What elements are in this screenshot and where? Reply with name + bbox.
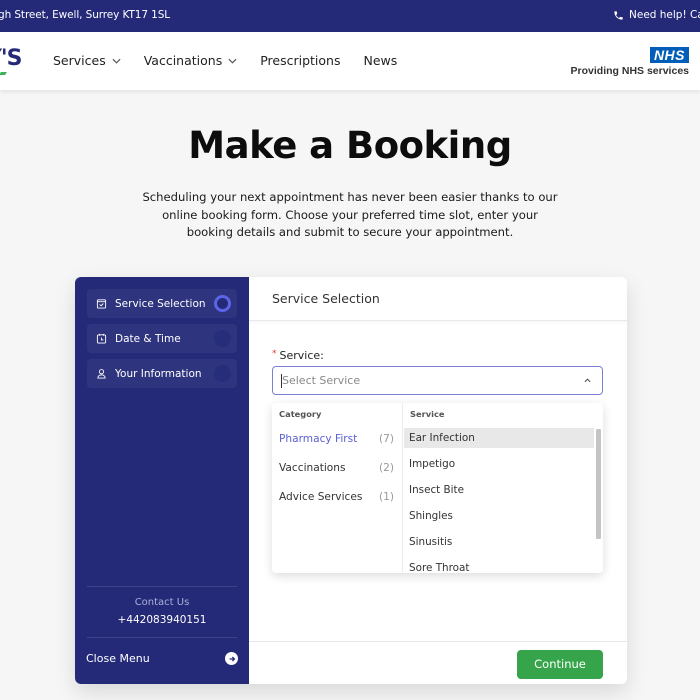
site-header: Y'S Services Vaccinations Prescriptions … [0,32,700,90]
category-count: (1) [378,491,394,503]
service-select[interactable]: Select Service [272,366,603,395]
category-count: (7) [378,433,394,445]
chevron-up-icon [584,378,591,383]
close-menu-label: Close Menu [86,652,150,665]
category-column: Category Pharmacy First (7) Vaccinations… [272,403,403,573]
help-link[interactable]: Need help! Ca [613,9,700,21]
step-label: Date & Time [115,332,181,345]
step-status-active-indicator [214,295,231,312]
step-date-time[interactable]: Date & Time [87,324,237,353]
help-text: Need help! Ca [629,9,700,21]
service-label-text: Service: [279,349,324,362]
nav-vaccinations[interactable]: Vaccinations [144,53,238,68]
divider [87,586,237,587]
scrollbar-thumb[interactable] [596,429,601,539]
service-field-label: * Service: [272,349,324,362]
step-status-indicator [214,330,231,347]
page-subtitle: Scheduling your next appointment has nev… [142,190,558,239]
panel-title: Service Selection [272,291,380,306]
nav-services[interactable]: Services [53,53,121,68]
service-option[interactable]: Ear Infection [404,428,594,448]
contact-label: Contact Us [134,597,190,608]
nhs-logo: NHS Providing NHS services [571,45,689,77]
booking-main-panel: Service Selection * Service: Select Servi… [249,277,627,684]
contact-phone[interactable]: +442083940151 [75,614,249,626]
arrow-right-circle-icon [225,652,238,665]
nav-services-label: Services [53,53,106,68]
panel-footer: Continue [249,641,627,684]
logo-text: Y'S [0,46,23,71]
site-logo[interactable]: Y'S [0,46,23,71]
required-marker: * [272,349,277,359]
nav-news-label: News [363,53,398,68]
chevron-down-icon [112,58,121,64]
category-label: Advice Services [279,491,363,503]
step-your-information[interactable]: Your Information [87,359,237,388]
step-label: Your Information [115,367,202,380]
service-option[interactable]: Shingles [404,506,594,526]
page-title: Make a Booking [188,124,512,167]
service-option[interactable]: Impetigo [404,454,594,474]
service-option[interactable]: Sore Throat [404,558,594,573]
nav-prescriptions-label: Prescriptions [260,53,341,68]
nhs-tagline: Providing NHS services [570,65,689,77]
phone-icon [614,10,623,20]
main-nav: Services Vaccinations Prescriptions News [53,53,420,68]
category-count: (2) [378,462,394,474]
service-header: Service [410,409,445,419]
category-item-advice-services[interactable]: Advice Services (1) [279,491,394,503]
service-column: Service Ear Infection Impetigo Insect Bi… [403,403,603,573]
address-text: gh Street, Ewell, Surrey KT17 1SL [0,9,171,21]
nav-news[interactable]: News [363,53,397,68]
nhs-badge: NHS [649,47,689,63]
chevron-down-icon [228,58,237,64]
panel-header: Service Selection [249,277,627,321]
top-bar: gh Street, Ewell, Surrey KT17 1SL Need h… [0,0,700,32]
step-label: Service Selection [115,297,206,310]
category-item-pharmacy-first[interactable]: Pharmacy First (7) [279,433,394,445]
category-header: Category [279,409,322,419]
divider [87,637,237,638]
category-label: Pharmacy First [279,433,358,445]
step-service-selection[interactable]: Service Selection [87,289,237,318]
logo-check-mark [0,72,7,75]
booking-sidebar: Service Selection Date & Time Your Infor… [75,277,249,684]
user-icon [97,369,106,379]
category-item-vaccinations[interactable]: Vaccinations (2) [279,462,394,474]
bag-check-icon [96,299,107,309]
service-option[interactable]: Sinusitis [404,532,594,552]
service-dropdown: Category Pharmacy First (7) Vaccinations… [272,403,603,573]
category-label: Vaccinations [279,462,346,474]
continue-button[interactable]: Continue [517,650,603,679]
booking-card: Service Selection Date & Time Your Infor… [75,277,627,684]
service-select-placeholder: Select Service [282,374,361,387]
calendar-icon [96,333,107,344]
step-status-indicator [214,365,231,382]
close-menu-button[interactable]: Close Menu [86,652,238,665]
nav-vaccinations-label: Vaccinations [143,53,223,68]
service-list-scrollbar[interactable] [596,429,601,539]
service-option[interactable]: Insect Bite [404,480,594,500]
nav-prescriptions[interactable]: Prescriptions [260,53,340,68]
